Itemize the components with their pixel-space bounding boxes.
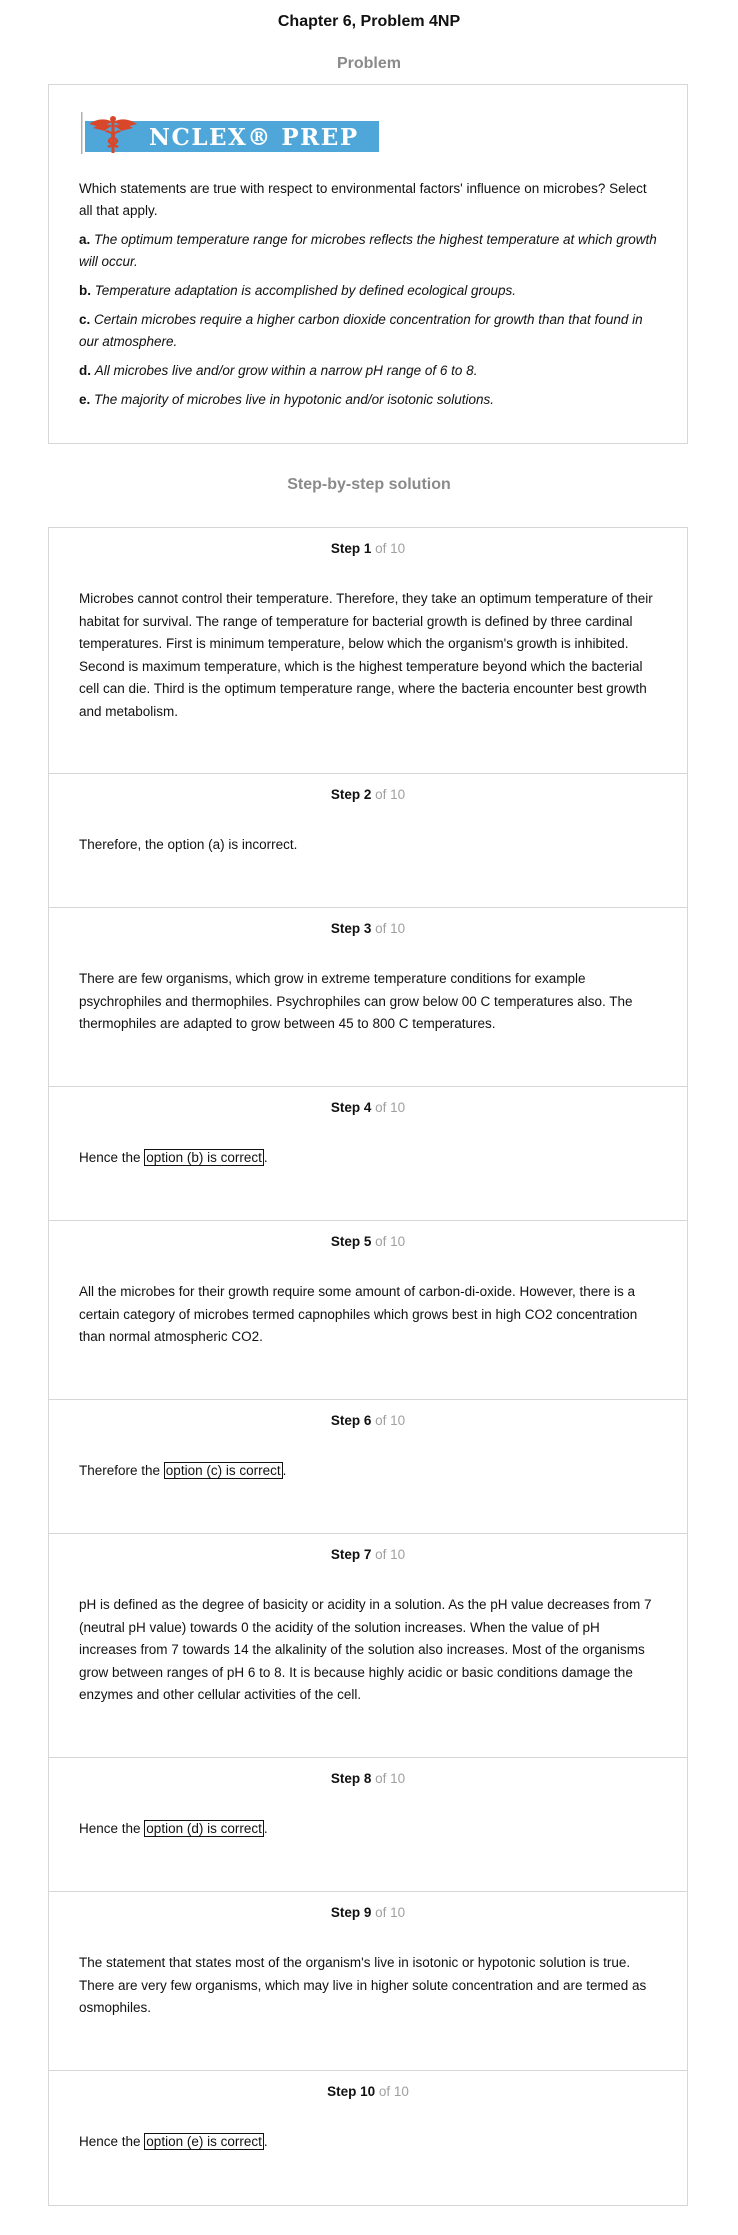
solution-heading: Step-by-step solution bbox=[287, 476, 451, 493]
problem-box: NCLEX® PREP Which statements are true wi… bbox=[48, 84, 688, 444]
option-b: b. Temperature adaptation is accomplishe… bbox=[79, 280, 659, 302]
step-text-prefix: Hence the bbox=[79, 1150, 145, 1165]
step-4: Step 4 of 10 Hence the option (b) is cor… bbox=[49, 1086, 687, 1220]
option-c: c. Certain microbes require a higher car… bbox=[79, 309, 659, 353]
step-number: 8 bbox=[363, 1771, 372, 1786]
step-label: Step bbox=[327, 2084, 357, 2099]
step-header: Step 1 of 10 bbox=[49, 541, 687, 556]
step-header: Step 6 of 10 bbox=[49, 1413, 687, 1428]
step-10: Step 10 of 10 Hence the option (e) is co… bbox=[49, 2070, 687, 2205]
step-label: Step bbox=[330, 921, 361, 936]
step-label: Step bbox=[330, 787, 361, 802]
step-number: 5 bbox=[363, 1234, 372, 1249]
step-number: 2 bbox=[363, 787, 372, 802]
step-text: Hence the option (b) is correct. bbox=[79, 1147, 659, 1170]
step-header: Step 8 of 10 bbox=[49, 1771, 687, 1786]
step-label: Step bbox=[330, 1413, 361, 1428]
step-number: 1 bbox=[363, 541, 372, 556]
step-text: All the microbes for their growth requir… bbox=[79, 1284, 638, 1344]
step-header: Step 4 of 10 bbox=[49, 1100, 687, 1115]
steps-list: Step 1 of 10 Microbes cannot control the… bbox=[48, 527, 688, 2206]
step-number: 3 bbox=[363, 921, 372, 936]
step-number: 6 bbox=[363, 1413, 372, 1428]
option-a: a. The optimum temperature range for mic… bbox=[79, 229, 659, 273]
step-text: Therefore the option (c) is correct. bbox=[79, 1460, 659, 1483]
problem-question: Which statements are true with respect t… bbox=[79, 181, 647, 218]
step-total: of 10 bbox=[375, 1547, 406, 1562]
page-title: Chapter 6, Problem 4NP bbox=[277, 13, 461, 30]
step-2: Step 2 of 10 Therefore, the option (a) i… bbox=[49, 773, 687, 907]
logo-text: NCLEX® PREP bbox=[149, 124, 359, 151]
answer-box: option (e) is correct bbox=[144, 2133, 264, 2150]
step-label: Step bbox=[330, 1547, 361, 1562]
step-text: Hence the option (d) is correct. bbox=[79, 1818, 659, 1841]
option-d: d. All microbes live and/or grow within … bbox=[79, 360, 659, 382]
answer-box: option (c) is correct bbox=[163, 1462, 283, 1479]
problem-heading: Problem bbox=[336, 55, 401, 72]
option-letter: b. bbox=[79, 283, 91, 298]
step-text: Therefore, the option (a) is incorrect. bbox=[79, 837, 298, 852]
step-label: Step bbox=[330, 1905, 361, 1920]
step-text-suffix: . bbox=[263, 1821, 268, 1836]
step-header: Step 7 of 10 bbox=[49, 1547, 687, 1562]
step-6: Step 6 of 10 Therefore the option (c) is… bbox=[49, 1399, 687, 1533]
step-5: Step 5 of 10 All the microbes for their … bbox=[49, 1220, 687, 1399]
answer-box: option (b) is correct bbox=[144, 1149, 264, 1166]
step-header: Step 9 of 10 bbox=[49, 1905, 687, 1920]
step-text-suffix: . bbox=[282, 1463, 287, 1478]
step-header: Step 3 of 10 bbox=[49, 921, 687, 936]
option-letter: e. bbox=[79, 392, 91, 407]
step-9: Step 9 of 10 The statement that states m… bbox=[49, 1891, 687, 2070]
step-number: 10 bbox=[360, 2084, 376, 2099]
step-text-suffix: . bbox=[263, 1150, 268, 1165]
step-total: of 10 bbox=[375, 1905, 406, 1920]
step-label: Step bbox=[330, 541, 361, 556]
step-total: of 10 bbox=[375, 1771, 406, 1786]
step-total: of 10 bbox=[375, 1413, 406, 1428]
step-total: of 10 bbox=[375, 1234, 406, 1249]
step-total: of 10 bbox=[375, 541, 406, 556]
option-text: The optimum temperature range for microb… bbox=[79, 232, 657, 269]
step-text-suffix: . bbox=[263, 2134, 268, 2149]
option-e: e. The majority of microbes live in hypo… bbox=[79, 389, 659, 411]
step-label: Step bbox=[330, 1234, 361, 1249]
step-text: Microbes cannot control their temperatur… bbox=[79, 591, 653, 719]
option-letter: d. bbox=[79, 363, 91, 378]
step-8: Step 8 of 10 Hence the option (d) is cor… bbox=[49, 1757, 687, 1891]
step-3: Step 3 of 10 There are few organisms, wh… bbox=[49, 907, 687, 1086]
step-text-prefix: Hence the bbox=[79, 1821, 145, 1836]
option-letter: c. bbox=[79, 312, 91, 327]
step-header: Step 5 of 10 bbox=[49, 1234, 687, 1249]
step-number: 7 bbox=[363, 1547, 372, 1562]
step-label: Step bbox=[330, 1100, 361, 1115]
step-text-prefix: Hence the bbox=[79, 2134, 145, 2149]
step-text: pH is defined as the degree of basicity … bbox=[79, 1597, 652, 1702]
option-text: The majority of microbes live in hypoton… bbox=[94, 392, 494, 407]
step-text: The statement that states most of the or… bbox=[79, 1955, 647, 2015]
step-text: There are few organisms, which grow in e… bbox=[79, 971, 633, 1031]
nclex-prep-logo: NCLEX® PREP bbox=[81, 112, 379, 154]
option-text: Temperature adaptation is accomplished b… bbox=[94, 283, 517, 298]
step-number: 9 bbox=[363, 1905, 372, 1920]
step-total: of 10 bbox=[375, 1100, 406, 1115]
step-1: Step 1 of 10 Microbes cannot control the… bbox=[49, 528, 687, 773]
answer-box: option (d) is correct bbox=[144, 1820, 264, 1837]
step-7: Step 7 of 10 pH is defined as the degree… bbox=[49, 1533, 687, 1757]
step-label: Step bbox=[330, 1771, 361, 1786]
step-text: Hence the option (e) is correct. bbox=[79, 2131, 659, 2154]
problem-text: Which statements are true with respect t… bbox=[79, 178, 659, 418]
option-text: All microbes live and/or grow within a n… bbox=[94, 363, 478, 378]
step-total: of 10 bbox=[375, 787, 406, 802]
option-text: Certain microbes require a higher carbon… bbox=[79, 312, 643, 349]
option-letter: a. bbox=[79, 232, 91, 247]
step-total: of 10 bbox=[378, 2084, 409, 2099]
step-header: Step 2 of 10 bbox=[49, 787, 687, 802]
step-total: of 10 bbox=[375, 921, 406, 936]
step-text-prefix: Therefore the bbox=[79, 1463, 164, 1478]
step-number: 4 bbox=[363, 1100, 372, 1115]
step-header: Step 10 of 10 bbox=[49, 2084, 687, 2099]
